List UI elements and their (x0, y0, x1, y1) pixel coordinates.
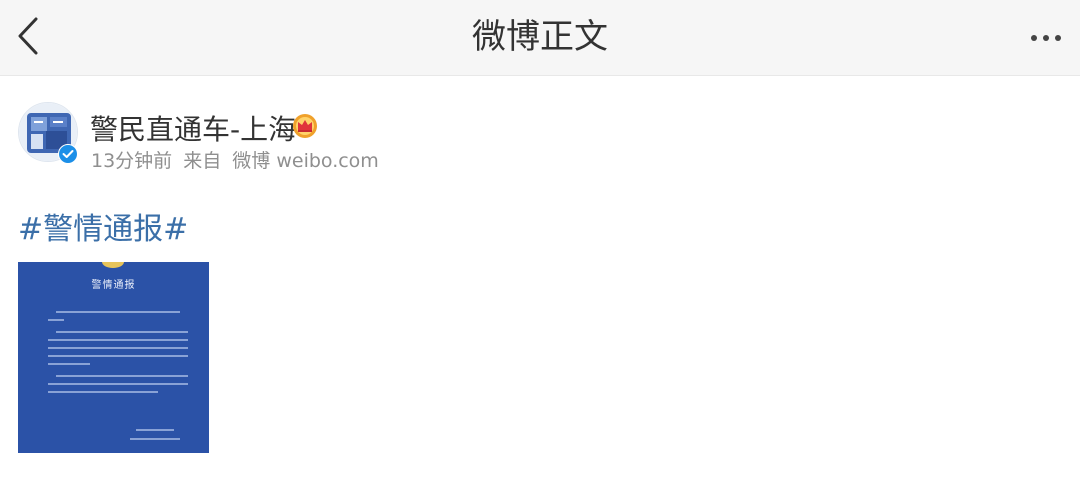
image-notice-title: 警情通报 (91, 280, 136, 291)
image-text-line (130, 438, 180, 440)
more-dots-icon (1031, 35, 1061, 41)
top-nav-bar: 微博正文 (0, 0, 1080, 76)
author-name[interactable]: 警民直通车-上海 (90, 108, 296, 148)
page-title: 微博正文 (472, 17, 608, 57)
image-text-line (48, 319, 64, 321)
post-meta: 13分钟前 来自 微博 weibo.com (91, 146, 384, 173)
post-source[interactable]: 微博 weibo.com (232, 150, 379, 172)
crown-badge-icon[interactable] (290, 113, 320, 139)
image-text-line (136, 429, 174, 431)
police-badge-icon (102, 262, 124, 268)
image-text-line (56, 311, 180, 313)
post-time: 13分钟前 (91, 150, 173, 172)
post-author-header: 警民直通车-上海 13分钟前 来自 微博 weibo.com (18, 102, 718, 172)
image-text-line (48, 383, 188, 385)
source-prefix: 来自 (183, 150, 222, 172)
hashtag-link[interactable]: #警情通报# (18, 204, 188, 248)
image-text-line (48, 339, 188, 341)
image-text-line (48, 355, 188, 357)
image-text-line (48, 347, 188, 349)
post-image-thumbnail[interactable]: 警情通报 (18, 262, 209, 453)
image-text-line (56, 331, 188, 333)
image-text-line (56, 375, 188, 377)
verified-check-icon (58, 144, 78, 164)
more-button[interactable] (1026, 20, 1066, 56)
image-text-line (48, 363, 90, 365)
image-text-line (48, 391, 158, 393)
